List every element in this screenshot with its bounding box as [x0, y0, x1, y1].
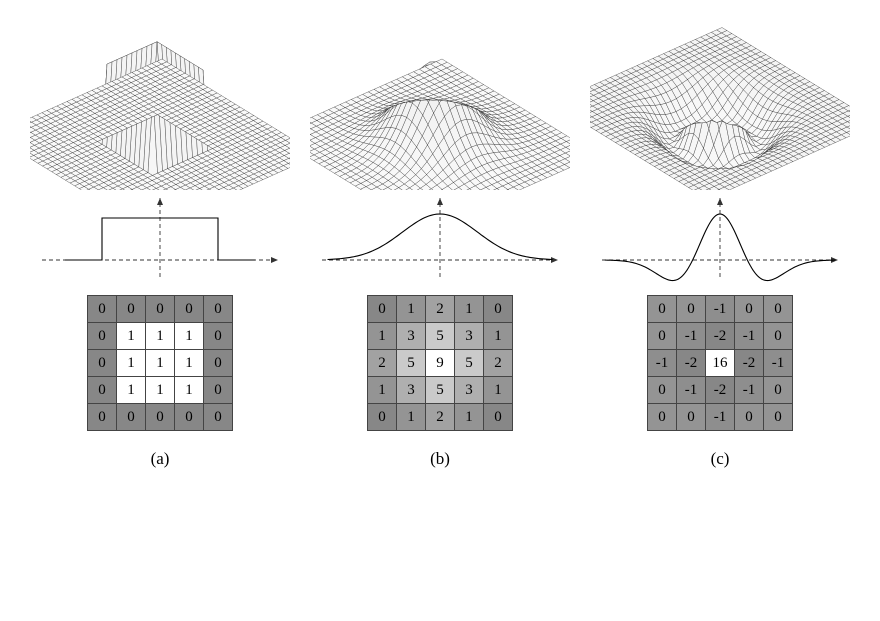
kernel-cell: 0 — [368, 404, 397, 431]
kernel-cell: 1 — [397, 404, 426, 431]
kernel-cell: 3 — [455, 377, 484, 404]
kernel-cell: 0 — [88, 404, 117, 431]
kernel-cell: 0 — [484, 296, 513, 323]
kernel-cell: 1 — [368, 323, 397, 350]
figure-row: 0000001110011100111000000 (a) 0121013531… — [20, 20, 860, 469]
kernel-cell: 1 — [455, 404, 484, 431]
surface-plot-mexhat — [590, 20, 850, 190]
kernel-cell: -1 — [764, 350, 793, 377]
kernel-cell: 0 — [764, 404, 793, 431]
panel-label-a: (a) — [151, 449, 170, 469]
kernel-cell: 1 — [146, 323, 175, 350]
kernel-cell: 3 — [455, 323, 484, 350]
kernel-cell: 0 — [204, 296, 233, 323]
kernel-cell: 1 — [455, 296, 484, 323]
kernel-cell: 2 — [426, 296, 455, 323]
kernel-cell: 0 — [117, 404, 146, 431]
kernel-matrix-b: 0121013531259521353101210 — [367, 295, 513, 431]
kernel-cell: 0 — [88, 377, 117, 404]
kernel-cell: 0 — [88, 296, 117, 323]
kernel-cell: 2 — [426, 404, 455, 431]
kernel-cell: 1 — [175, 323, 204, 350]
kernel-cell: 0 — [117, 296, 146, 323]
kernel-cell: -1 — [677, 323, 706, 350]
kernel-cell: 0 — [735, 404, 764, 431]
kernel-cell: 1 — [368, 377, 397, 404]
kernel-cell: 0 — [146, 404, 175, 431]
kernel-cell: 1 — [117, 350, 146, 377]
kernel-cell: -1 — [677, 377, 706, 404]
kernel-cell: 0 — [88, 350, 117, 377]
surface-plot-gaussian — [310, 20, 570, 190]
kernel-cell: 0 — [204, 323, 233, 350]
kernel-cell: -1 — [735, 323, 764, 350]
kernel-cell: -1 — [706, 296, 735, 323]
panel-label-b: (b) — [430, 449, 450, 469]
kernel-cell: 0 — [204, 404, 233, 431]
kernel-cell: 0 — [677, 296, 706, 323]
kernel-cell: 0 — [204, 350, 233, 377]
kernel-cell: 0 — [175, 404, 204, 431]
kernel-cell: 16 — [706, 350, 735, 377]
kernel-cell: 0 — [88, 323, 117, 350]
kernel-cell: 5 — [397, 350, 426, 377]
kernel-cell: 5 — [426, 377, 455, 404]
kernel-cell: 1 — [117, 323, 146, 350]
kernel-cell: 1 — [397, 296, 426, 323]
kernel-cell: -1 — [706, 404, 735, 431]
kernel-cell: 0 — [764, 377, 793, 404]
kernel-cell: 2 — [484, 350, 513, 377]
kernel-cell: 0 — [648, 323, 677, 350]
kernel-cell: 0 — [146, 296, 175, 323]
kernel-cell: 0 — [368, 296, 397, 323]
kernel-cell: 0 — [735, 296, 764, 323]
kernel-cell: 0 — [204, 377, 233, 404]
surface-plot-box — [30, 20, 290, 190]
kernel-cell: 0 — [648, 296, 677, 323]
kernel-cell: 3 — [397, 377, 426, 404]
kernel-cell: 3 — [397, 323, 426, 350]
kernel-cell: 1 — [175, 377, 204, 404]
kernel-cell: 1 — [484, 377, 513, 404]
panel-b: 0121013531259521353101210 (b) — [300, 20, 580, 469]
profile-plot-gaussian — [310, 190, 570, 285]
kernel-cell: 0 — [484, 404, 513, 431]
kernel-cell: -2 — [706, 323, 735, 350]
panel-c: 00-1000-1-2-10-1-216-2-10-1-2-1000-100 (… — [580, 20, 860, 469]
kernel-cell: 1 — [146, 377, 175, 404]
kernel-cell: 0 — [648, 404, 677, 431]
kernel-cell: -2 — [706, 377, 735, 404]
kernel-cell: 0 — [175, 296, 204, 323]
kernel-cell: 5 — [455, 350, 484, 377]
panel-label-c: (c) — [711, 449, 730, 469]
kernel-cell: 1 — [175, 350, 204, 377]
kernel-cell: 9 — [426, 350, 455, 377]
kernel-matrix-a: 0000001110011100111000000 — [87, 295, 233, 431]
kernel-cell: 1 — [484, 323, 513, 350]
kernel-cell: 1 — [117, 377, 146, 404]
kernel-cell: 0 — [677, 404, 706, 431]
kernel-cell: 0 — [764, 323, 793, 350]
kernel-cell: 5 — [426, 323, 455, 350]
kernel-cell: -1 — [735, 377, 764, 404]
kernel-cell: 1 — [146, 350, 175, 377]
kernel-cell: 0 — [648, 377, 677, 404]
kernel-matrix-c: 00-1000-1-2-10-1-216-2-10-1-2-1000-100 — [647, 295, 793, 431]
kernel-cell: -2 — [735, 350, 764, 377]
profile-plot-mexhat — [590, 190, 850, 285]
kernel-cell: 0 — [764, 296, 793, 323]
panel-a: 0000001110011100111000000 (a) — [20, 20, 300, 469]
kernel-cell: -1 — [648, 350, 677, 377]
kernel-cell: 2 — [368, 350, 397, 377]
profile-plot-box — [30, 190, 290, 285]
kernel-cell: -2 — [677, 350, 706, 377]
